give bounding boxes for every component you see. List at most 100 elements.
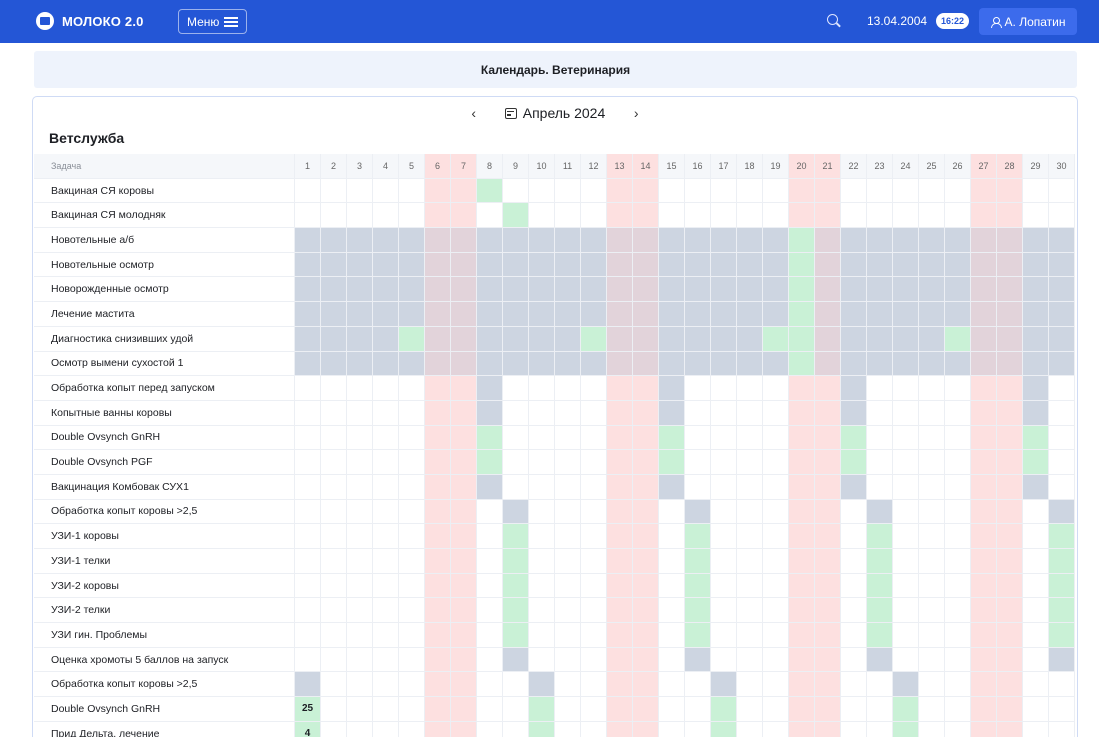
day-cell[interactable] — [295, 647, 321, 672]
day-cell[interactable] — [633, 697, 659, 721]
day-cell[interactable] — [347, 277, 373, 302]
day-cell[interactable] — [425, 277, 451, 302]
day-cell[interactable] — [581, 302, 607, 326]
day-cell[interactable] — [477, 499, 503, 524]
day-cell[interactable] — [867, 623, 893, 647]
day-cell[interactable] — [451, 228, 477, 252]
day-cell[interactable] — [841, 277, 867, 302]
day-cell[interactable] — [971, 672, 997, 697]
day-cell[interactable] — [581, 178, 607, 203]
day-cell[interactable] — [399, 376, 425, 400]
day-cell[interactable] — [399, 573, 425, 598]
day-cell[interactable] — [1023, 697, 1049, 721]
day-cell[interactable] — [893, 326, 919, 351]
day-cell[interactable] — [841, 697, 867, 721]
day-cell[interactable] — [477, 326, 503, 351]
day-cell[interactable] — [373, 326, 399, 351]
day-cell[interactable] — [789, 178, 815, 203]
day-cell[interactable] — [893, 697, 919, 721]
day-cell[interactable] — [529, 499, 555, 524]
day-cell[interactable] — [919, 450, 945, 474]
day-cell[interactable] — [763, 647, 789, 672]
day-cell[interactable] — [607, 474, 633, 499]
day-cell[interactable] — [919, 203, 945, 228]
task-name[interactable]: Лечение мастита — [34, 302, 295, 326]
day-cell[interactable] — [789, 623, 815, 647]
day-cell[interactable] — [815, 623, 841, 647]
day-cell[interactable] — [841, 549, 867, 573]
day-cell[interactable] — [789, 721, 815, 737]
day-cell[interactable] — [789, 425, 815, 450]
day-cell[interactable] — [737, 672, 763, 697]
day-cell[interactable] — [789, 549, 815, 573]
day-cell[interactable] — [373, 178, 399, 203]
day-cell[interactable] — [1023, 721, 1049, 737]
day-cell[interactable] — [633, 252, 659, 277]
day-cell[interactable] — [763, 524, 789, 548]
day-cell[interactable] — [841, 450, 867, 474]
day-cell[interactable] — [399, 425, 425, 450]
day-cell[interactable] — [893, 647, 919, 672]
day-cell[interactable] — [867, 376, 893, 400]
day-cell[interactable] — [425, 524, 451, 548]
day-cell[interactable] — [399, 549, 425, 573]
day-cell[interactable] — [841, 302, 867, 326]
day-cell[interactable] — [555, 672, 581, 697]
day-cell[interactable] — [503, 425, 529, 450]
day-cell[interactable] — [425, 623, 451, 647]
day-cell[interactable] — [555, 302, 581, 326]
day-cell[interactable] — [295, 228, 321, 252]
day-cell[interactable] — [659, 203, 685, 228]
day-cell[interactable] — [945, 326, 971, 351]
day-cell[interactable] — [685, 499, 711, 524]
month-picker[interactable]: Апрель 2024 — [504, 105, 605, 121]
day-cell[interactable] — [321, 425, 347, 450]
day-cell[interactable] — [1023, 672, 1049, 697]
day-cell[interactable] — [321, 499, 347, 524]
day-cell[interactable] — [607, 351, 633, 376]
day-cell[interactable] — [737, 598, 763, 623]
menu-button[interactable]: Меню — [178, 9, 248, 34]
day-cell[interactable] — [997, 326, 1023, 351]
day-cell[interactable] — [815, 573, 841, 598]
day-cell[interactable] — [711, 400, 737, 425]
day-cell[interactable] — [711, 474, 737, 499]
day-cell[interactable] — [763, 203, 789, 228]
day-cell[interactable] — [971, 302, 997, 326]
day-cell[interactable] — [893, 474, 919, 499]
day-cell[interactable] — [737, 302, 763, 326]
day-cell[interactable] — [763, 302, 789, 326]
day-cell[interactable] — [1049, 326, 1075, 351]
day-cell[interactable] — [503, 697, 529, 721]
day-cell[interactable] — [867, 326, 893, 351]
day-cell[interactable] — [685, 252, 711, 277]
day-cell[interactable] — [1023, 647, 1049, 672]
day-cell[interactable] — [919, 499, 945, 524]
day-cell[interactable] — [659, 425, 685, 450]
day-cell[interactable] — [789, 351, 815, 376]
day-cell[interactable] — [841, 721, 867, 737]
day-cell[interactable] — [633, 425, 659, 450]
day-cell[interactable] — [581, 400, 607, 425]
day-cell[interactable] — [477, 376, 503, 400]
day-cell[interactable] — [347, 178, 373, 203]
day-cell[interactable] — [789, 203, 815, 228]
day-cell[interactable] — [789, 499, 815, 524]
day-cell[interactable] — [425, 672, 451, 697]
day-cell[interactable] — [529, 277, 555, 302]
day-cell[interactable] — [789, 252, 815, 277]
day-cell[interactable] — [581, 672, 607, 697]
day-cell[interactable] — [737, 326, 763, 351]
day-cell[interactable] — [425, 549, 451, 573]
day-cell[interactable] — [503, 623, 529, 647]
day-cell[interactable] — [737, 277, 763, 302]
day-cell[interactable] — [867, 252, 893, 277]
day-cell[interactable] — [581, 351, 607, 376]
day-cell[interactable] — [503, 573, 529, 598]
day-cell[interactable] — [763, 326, 789, 351]
day-cell[interactable] — [659, 376, 685, 400]
day-cell[interactable] — [1023, 474, 1049, 499]
day-cell[interactable] — [867, 228, 893, 252]
day-cell[interactable] — [321, 252, 347, 277]
day-cell[interactable] — [659, 549, 685, 573]
